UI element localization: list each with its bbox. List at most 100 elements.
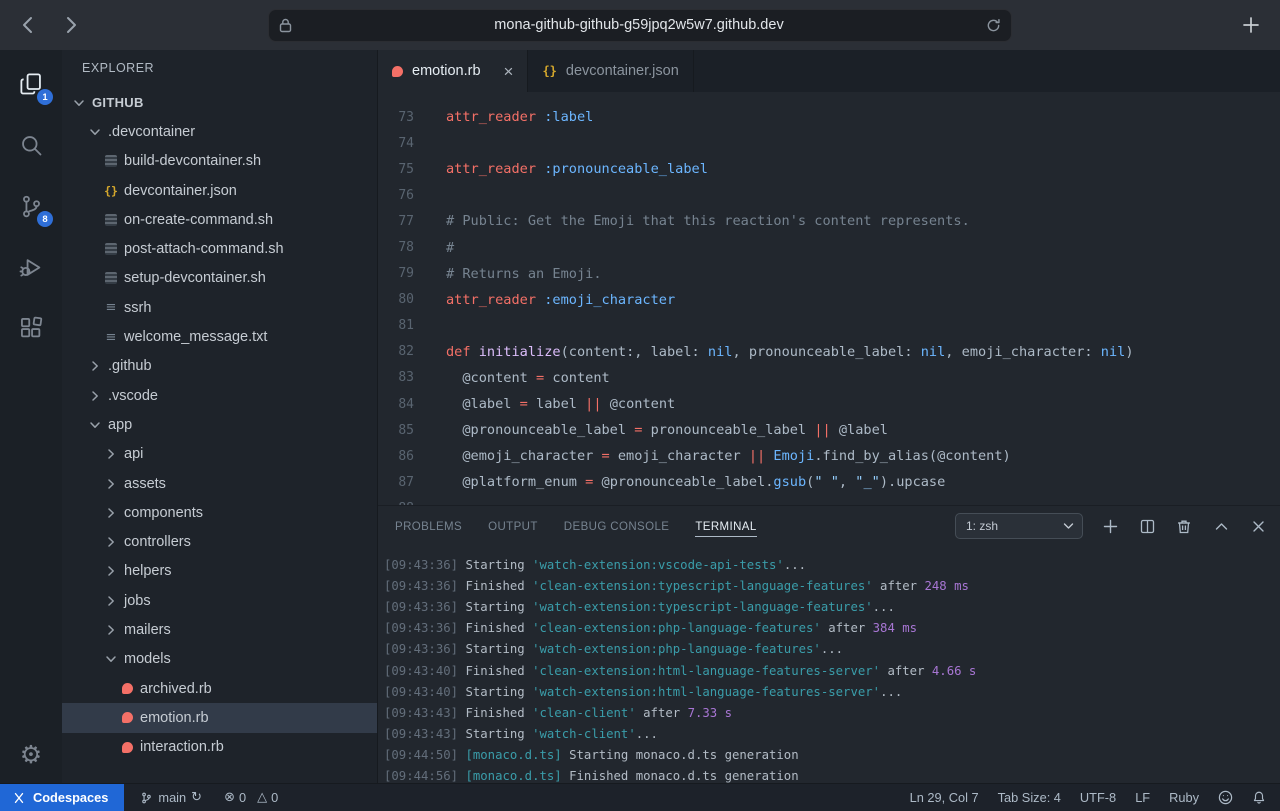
tree-item-archived-rb[interactable]: archived.rb (62, 674, 377, 703)
code-line-74[interactable]: 74 (378, 130, 1280, 156)
code-line-88[interactable]: 88 (378, 495, 1280, 505)
encoding[interactable]: UTF-8 (1080, 790, 1116, 805)
tree-item-label: api (124, 446, 143, 462)
tree-item-jobs[interactable]: jobs (62, 586, 377, 615)
tree-item-label: interaction.rb (140, 739, 224, 755)
code-line-73[interactable]: 73attr_reader :label (378, 104, 1280, 130)
error-icon: ⊗ (224, 790, 235, 805)
tree-item-components[interactable]: components (62, 498, 377, 527)
code-line-87[interactable]: 87 @platform_enum = @pronounceable_label… (378, 469, 1280, 495)
url-bar[interactable]: mona-github-github-g59jpq2w5w7.github.de… (268, 9, 1012, 42)
codespaces-remote-button[interactable]: Codespaces (0, 784, 124, 811)
tree-item-controllers[interactable]: controllers (62, 527, 377, 556)
tree-item-on-create-command-sh[interactable]: on-create-command.sh (62, 205, 377, 234)
notifications-bell-icon[interactable] (1252, 790, 1266, 805)
new-tab-icon[interactable] (1238, 12, 1264, 38)
tree-item-models[interactable]: models (62, 645, 377, 674)
line-number: 74 (378, 136, 414, 151)
sidebar-title: EXPLORER (62, 50, 377, 86)
tree-item-github[interactable]: .github (62, 352, 377, 381)
extensions-icon[interactable] (7, 298, 55, 359)
code-line-77[interactable]: 77# Public: Get the Emoji that this reac… (378, 208, 1280, 234)
tree-item-devcontainer-json[interactable]: {}devcontainer.json (62, 176, 377, 205)
kill-terminal-icon[interactable] (1174, 516, 1194, 536)
maximize-panel-icon[interactable] (1211, 516, 1231, 536)
line-number: 81 (378, 318, 414, 333)
tab-terminal[interactable]: TERMINAL (695, 516, 756, 537)
terminal-output[interactable]: [09:43:36] Starting 'watch-extension:vsc… (378, 546, 1280, 783)
settings-gear-icon[interactable]: ⚙ (0, 740, 62, 769)
shell-file-icon (102, 153, 120, 169)
tree-item-setup-devcontainer-sh[interactable]: setup-devcontainer.sh (62, 264, 377, 293)
search-icon[interactable] (7, 115, 55, 176)
code-line-80[interactable]: 80attr_reader :emoji_character (378, 287, 1280, 313)
code-line-81[interactable]: 81 (378, 313, 1280, 339)
code-line-79[interactable]: 79# Returns an Emoji. (378, 261, 1280, 287)
chevron-right-icon (102, 563, 120, 579)
close-panel-icon[interactable] (1248, 516, 1268, 536)
tree-item-app[interactable]: app (62, 410, 377, 439)
tree-item-devcontainer[interactable]: .devcontainer (62, 117, 377, 146)
code-line-76[interactable]: 76 (378, 182, 1280, 208)
tree-item-label: post-attach-command.sh (124, 241, 284, 257)
tree-item-api[interactable]: api (62, 440, 377, 469)
close-tab-icon[interactable]: × (504, 63, 514, 80)
tree-item-label: setup-devcontainer.sh (124, 270, 266, 286)
cursor-position[interactable]: Ln 29, Col 7 (910, 790, 979, 805)
code-text: attr_reader :label (414, 109, 593, 125)
tree-item-ssrh[interactable]: ≡ssrh (62, 293, 377, 322)
terminal-line: [09:43:40] Starting 'watch-extension:htm… (384, 681, 1280, 702)
tree-item-build-devcontainer-sh[interactable]: build-devcontainer.sh (62, 147, 377, 176)
tree-item-assets[interactable]: assets (62, 469, 377, 498)
line-number: 84 (378, 397, 414, 412)
tree-item-helpers[interactable]: helpers (62, 557, 377, 586)
terminal-line: [09:44:50] [monaco.d.ts] Starting monaco… (384, 745, 1280, 766)
ruby-file-icon (118, 739, 136, 755)
tab-debug-console[interactable]: DEBUG CONSOLE (564, 516, 670, 537)
line-number: 86 (378, 449, 414, 464)
problems-indicator[interactable]: ⊗ 0 △ 0 (224, 790, 278, 805)
tree-item-post-attach-command-sh[interactable]: post-attach-command.sh (62, 234, 377, 263)
code-line-75[interactable]: 75attr_reader :pronounceable_label (378, 156, 1280, 182)
branch-indicator[interactable]: main ↻ (140, 790, 202, 805)
eol-indicator[interactable]: LF (1135, 790, 1150, 805)
terminal-line: [09:43:36] Starting 'watch-extension:vsc… (384, 554, 1280, 575)
code-line-85[interactable]: 85 @pronounceable_label = pronounceable_… (378, 417, 1280, 443)
code-editor[interactable]: 73attr_reader :label 74 75attr_reader :pro… (378, 92, 1280, 505)
chevron-right-icon (102, 505, 120, 521)
split-terminal-icon[interactable] (1137, 516, 1157, 536)
tree-item-mailers[interactable]: mailers (62, 615, 377, 644)
refresh-icon[interactable] (986, 18, 1001, 33)
terminal-line: [09:43:36] Starting 'watch-extension:php… (384, 639, 1280, 660)
tree-item-welcome-message-txt[interactable]: ≡welcome_message.txt (62, 322, 377, 351)
code-text: def initialize(content:, label: nil, pro… (414, 344, 1134, 360)
json-file-icon: {} (542, 64, 556, 78)
source-control-icon[interactable]: 8 (7, 176, 55, 237)
code-line-84[interactable]: 84 @label = label || @content (378, 391, 1280, 417)
terminal-shell-select[interactable]: 1: zsh (955, 513, 1083, 539)
code-line-78[interactable]: 78# (378, 234, 1280, 260)
run-debug-icon[interactable] (7, 237, 55, 298)
feedback-smiley-icon[interactable] (1218, 790, 1233, 805)
language-mode[interactable]: Ruby (1169, 790, 1199, 805)
tab-problems[interactable]: PROBLEMS (395, 516, 462, 537)
tree-item-interaction-rb[interactable]: interaction.rb (62, 733, 377, 762)
tree-item-emotion-rb[interactable]: emotion.rb (62, 703, 377, 732)
tab-output[interactable]: OUTPUT (488, 516, 538, 537)
new-terminal-icon[interactable] (1100, 516, 1120, 536)
explorer-icon[interactable]: 1 (7, 54, 55, 115)
shell-file-icon (102, 270, 120, 286)
tab-size[interactable]: Tab Size: 4 (998, 790, 1061, 805)
back-icon[interactable] (16, 14, 38, 36)
tree-item-vscode[interactable]: .vscode (62, 381, 377, 410)
forward-icon[interactable] (60, 14, 82, 36)
code-line-83[interactable]: 83 @content = content (378, 365, 1280, 391)
terminal-line: [09:43:36] Finished 'clean-extension:php… (384, 618, 1280, 639)
tab-label: emotion.rb (412, 63, 481, 79)
tab-emotion-rb[interactable]: emotion.rb × (378, 50, 528, 92)
tab-devcontainer-json[interactable]: {} devcontainer.json (528, 50, 693, 92)
tree-item-github[interactable]: GITHUB (62, 88, 377, 117)
code-line-82[interactable]: 82def initialize(content:, label: nil, p… (378, 339, 1280, 365)
line-number: 75 (378, 162, 414, 177)
code-line-86[interactable]: 86 @emoji_character = emoji_character ||… (378, 443, 1280, 469)
